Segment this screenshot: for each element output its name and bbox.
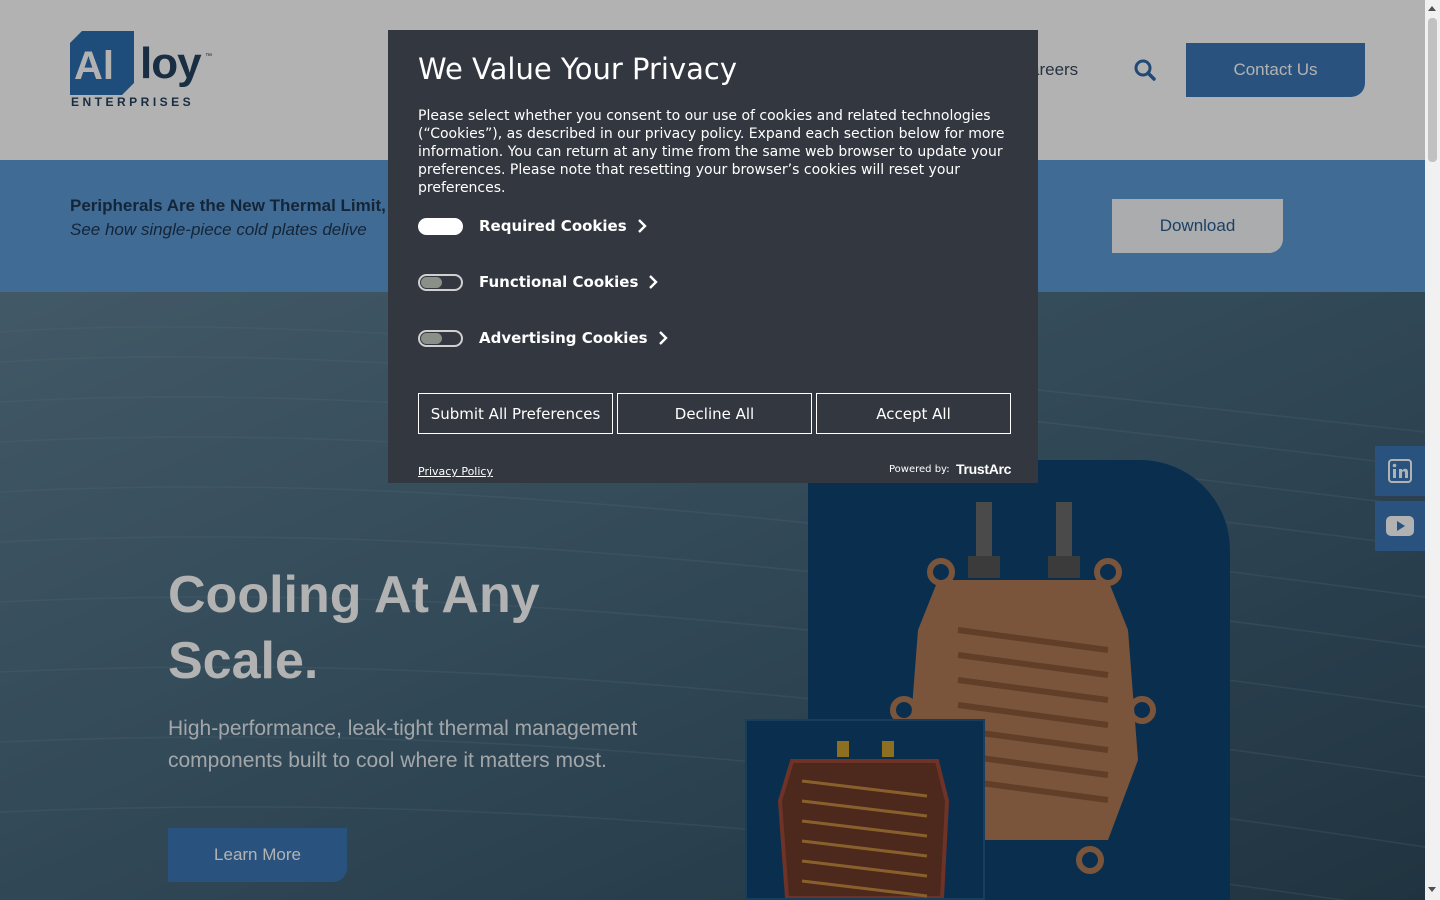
cookie-consent-dialog: We Value Your Privacy Please select whet… <box>388 30 1038 483</box>
toggle-knob <box>421 332 442 344</box>
cookie-category-label: Advertising Cookies <box>479 329 648 347</box>
scrollbar-thumb[interactable] <box>1428 18 1437 162</box>
required-cookies-toggle[interactable] <box>418 217 463 235</box>
privacy-policy-link[interactable]: Privacy Policy <box>418 465 493 478</box>
decline-all-button[interactable]: Decline All <box>617 393 812 434</box>
powered-by-label: Powered by: <box>889 464 950 475</box>
cookie-category-label: Required Cookies <box>479 217 627 235</box>
chevron-right-icon[interactable] <box>658 331 668 345</box>
submit-preferences-button[interactable]: Submit All Preferences <box>418 393 613 434</box>
toggle-knob <box>421 276 442 288</box>
chevron-right-icon[interactable] <box>637 219 647 233</box>
cookie-category-required[interactable]: Required Cookies <box>418 214 647 238</box>
advertising-cookies-toggle[interactable] <box>418 329 463 347</box>
consent-title: We Value Your Privacy <box>418 52 738 86</box>
chevron-right-icon[interactable] <box>648 275 659 289</box>
cookie-category-label: Functional Cookies <box>479 273 639 291</box>
consent-description: Please select whether you consent to our… <box>418 108 1005 196</box>
trustarc-logo[interactable]: TrustArc <box>956 461 1011 477</box>
cookie-category-functional[interactable]: Functional Cookies <box>418 270 659 294</box>
cookie-category-advertising[interactable]: Advertising Cookies <box>418 326 668 350</box>
vertical-scrollbar[interactable] <box>1425 0 1440 900</box>
scroll-down-arrow-icon[interactable] <box>1428 887 1436 892</box>
accept-all-button[interactable]: Accept All <box>816 393 1011 434</box>
functional-cookies-toggle[interactable] <box>418 273 463 291</box>
scroll-up-arrow-icon[interactable] <box>1428 6 1436 11</box>
